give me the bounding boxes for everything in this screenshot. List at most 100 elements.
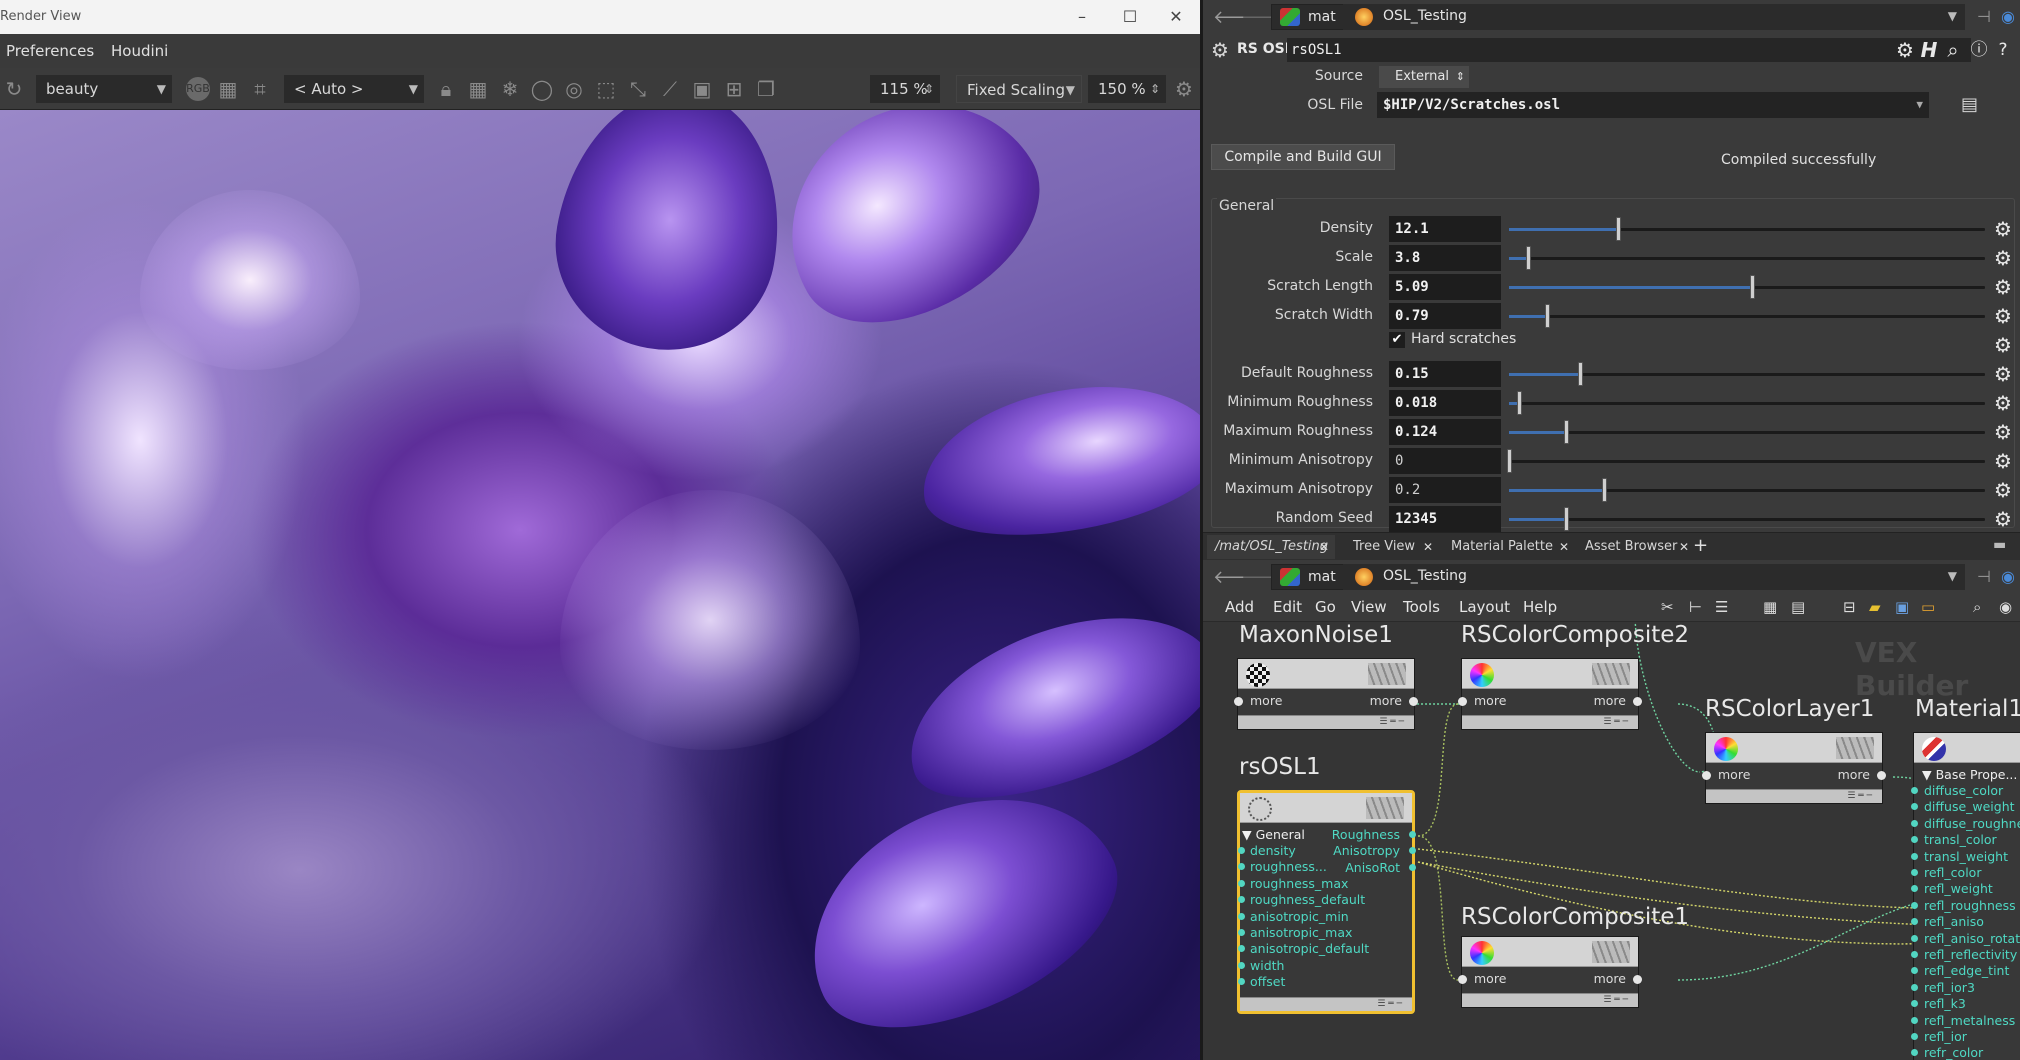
- node-flags[interactable]: [1368, 663, 1406, 685]
- slider-handle[interactable]: [1578, 362, 1584, 386]
- menu-help[interactable]: Help: [1523, 592, 1557, 622]
- param-gear-icon[interactable]: ⚙: [1993, 509, 2013, 529]
- node-maxonnoise1[interactable]: more more ☰ ═ ─: [1234, 658, 1418, 730]
- grid-small-icon[interactable]: ▦: [216, 77, 240, 101]
- param-value-field[interactable]: 5.09: [1389, 274, 1501, 300]
- source-dropdown[interactable]: External ⇕: [1379, 66, 1469, 88]
- param-slider[interactable]: [1509, 275, 1985, 299]
- file-browse-icon[interactable]: ▤: [1961, 94, 1978, 115]
- param-gear-icon[interactable]: ⚙: [1993, 451, 2013, 471]
- param-gear-icon[interactable]: ⚙: [1993, 480, 2013, 500]
- grid-icon[interactable]: ▦: [1763, 592, 1777, 622]
- close-button[interactable]: ✕: [1154, 0, 1198, 34]
- refresh-icon[interactable]: ↻: [2, 77, 26, 101]
- param-value-field[interactable]: 0: [1389, 448, 1501, 474]
- input-port[interactable]: [1911, 951, 1918, 958]
- param-gear-icon[interactable]: ⚙: [1993, 219, 2013, 239]
- param-value-field[interactable]: 12345: [1389, 506, 1501, 532]
- param-gear-icon[interactable]: ⚙: [1993, 393, 2013, 413]
- breadcrumb-mat[interactable]: mat: [1271, 564, 1345, 590]
- lock-icon[interactable]: 🔒︎: [434, 77, 458, 101]
- input-port[interactable]: [1234, 697, 1243, 706]
- add-tab-icon[interactable]: +: [1693, 535, 1708, 556]
- input-port[interactable]: [1911, 885, 1918, 893]
- output-port[interactable]: [1877, 771, 1886, 780]
- gear-icon[interactable]: ⚙: [1895, 40, 1915, 60]
- folder-icon[interactable]: ▭: [1921, 592, 1935, 622]
- chevron-down-icon[interactable]: ▼: [1948, 4, 1957, 28]
- tree-icon[interactable]: ⊢: [1689, 592, 1702, 622]
- input-port[interactable]: [1911, 869, 1918, 876]
- network-editor[interactable]: VEX Builder MaxonNoise1 more more ☰ ═ ─ …: [1203, 622, 2020, 1060]
- zoom-field[interactable]: 115 % ⇕: [870, 75, 940, 103]
- input-port[interactable]: [1238, 847, 1245, 854]
- param-slider[interactable]: [1509, 507, 1985, 531]
- param-slider[interactable]: [1509, 304, 1985, 328]
- camera-dropdown[interactable]: < Auto > ▼: [284, 75, 424, 103]
- param-gear-icon[interactable]: ⚙: [1993, 248, 2013, 268]
- param-gear-icon[interactable]: ⚙: [1993, 306, 2013, 326]
- tab-material-palette[interactable]: Material Palette ✕: [1443, 535, 1575, 559]
- copy-icon[interactable]: ❐: [754, 77, 778, 101]
- node-rscolorcomposite1[interactable]: more more ☰ ═ ─: [1458, 936, 1642, 1008]
- fit-icon[interactable]: ⤡: [626, 77, 650, 101]
- input-port[interactable]: [1911, 803, 1918, 811]
- param-value-field[interactable]: 3.8: [1389, 245, 1501, 271]
- slider-handle[interactable]: [1564, 420, 1570, 444]
- add-snapshot-icon[interactable]: ⊞: [722, 77, 746, 101]
- input-port[interactable]: [1911, 1033, 1918, 1040]
- input-port[interactable]: [1911, 819, 1918, 827]
- minimize-button[interactable]: –: [1060, 0, 1104, 34]
- slider-handle[interactable]: [1564, 507, 1570, 531]
- checkbox-icon[interactable]: ✔: [1389, 332, 1405, 348]
- tab-tree-view[interactable]: Tree View ✕: [1345, 535, 1439, 559]
- output-port[interactable]: [1409, 847, 1416, 855]
- node-flags[interactable]: [1592, 663, 1630, 685]
- pin-icon[interactable]: ⊣: [1977, 7, 1991, 26]
- slider-handle[interactable]: [1507, 449, 1512, 473]
- input-port[interactable]: [1238, 896, 1245, 904]
- gear-icon[interactable]: ⚙: [1172, 77, 1196, 101]
- node-material1[interactable]: ▼ Base Prope... diffuse_color diffuse_wei…: [1911, 732, 2020, 1060]
- search-icon[interactable]: ⌕: [1973, 592, 1981, 622]
- slider-handle[interactable]: [1545, 304, 1551, 328]
- param-gear-icon[interactable]: ⚙: [1993, 422, 2013, 442]
- input-port[interactable]: [1238, 961, 1245, 969]
- input-port[interactable]: [1911, 852, 1918, 860]
- region-icon[interactable]: ⬚: [594, 77, 618, 101]
- param-gear-icon[interactable]: ⚙: [1993, 277, 2013, 297]
- table-icon[interactable]: ▤: [1791, 592, 1805, 622]
- input-port[interactable]: [1458, 697, 1467, 706]
- param-slider[interactable]: [1507, 449, 1985, 473]
- chevron-down-icon[interactable]: ▼: [1916, 92, 1923, 118]
- node-flags[interactable]: [1592, 941, 1630, 963]
- output-port[interactable]: [1409, 863, 1416, 871]
- param-slider[interactable]: [1509, 391, 1985, 415]
- search-icon[interactable]: ⌕: [1943, 40, 1963, 60]
- param-value-field[interactable]: 0.2: [1389, 477, 1501, 503]
- image-icon[interactable]: ▣: [1895, 592, 1909, 622]
- target-icon[interactable]: ◎: [562, 77, 586, 101]
- slider-handle[interactable]: [1602, 478, 1608, 502]
- compile-button[interactable]: Compile and Build GUI: [1211, 144, 1395, 170]
- menu-edit[interactable]: Edit: [1273, 592, 1302, 622]
- eye-icon[interactable]: ◉: [1999, 592, 2012, 622]
- input-port[interactable]: [1911, 918, 1918, 926]
- menu-houdini[interactable]: Houdini: [111, 34, 168, 68]
- link-icon[interactable]: ◉: [2001, 7, 2015, 26]
- param-slider[interactable]: [1509, 217, 1985, 241]
- maximize-button[interactable]: ☐: [1108, 0, 1152, 34]
- menu-layout[interactable]: Layout: [1459, 592, 1510, 622]
- output-port[interactable]: [1633, 697, 1642, 706]
- stepper-icon[interactable]: ⇕: [1150, 75, 1160, 103]
- menu-tools[interactable]: Tools: [1403, 592, 1440, 622]
- param-value-field[interactable]: 12.1: [1389, 216, 1501, 242]
- aov-dropdown[interactable]: beauty ▼: [36, 75, 172, 103]
- help-h-icon[interactable]: H: [1919, 40, 1939, 60]
- circle-select-icon[interactable]: ◯: [530, 77, 554, 101]
- wand-icon[interactable]: ⟋: [658, 77, 682, 101]
- help-icon[interactable]: ?: [1993, 40, 2013, 60]
- menu-add[interactable]: Add: [1225, 592, 1254, 622]
- input-port[interactable]: [1911, 1016, 1918, 1024]
- input-port[interactable]: [1911, 983, 1918, 991]
